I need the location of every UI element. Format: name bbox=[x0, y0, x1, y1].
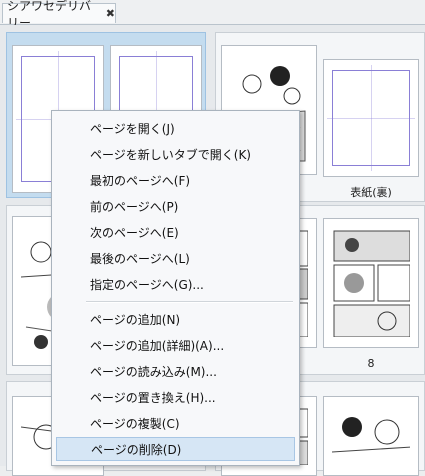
page-thumbnail-manga[interactable] bbox=[323, 396, 419, 476]
menu-item-first-page[interactable]: 最初のページへ(F) bbox=[56, 168, 295, 192]
context-menu: ページを開く(J) ページを新しいタブで開く(K) 最初のページへ(F) 前のペ… bbox=[51, 110, 300, 466]
tab-shiawase-delivery[interactable]: シアワセデリバリー ✖ bbox=[2, 0, 116, 30]
tab-bar: シアワセデリバリー ✖ bbox=[0, 0, 425, 30]
menu-item-open-page[interactable]: ページを開く(J) bbox=[56, 116, 295, 140]
menu-item-delete-page[interactable]: ページの削除(D) bbox=[56, 437, 295, 461]
page-thumbnail-manga[interactable] bbox=[323, 218, 419, 348]
menu-separator bbox=[86, 301, 293, 303]
menu-item-duplicate-page[interactable]: ページの複製(C) bbox=[56, 411, 295, 435]
page-caption-cover-back: 表紙(裏) bbox=[350, 186, 392, 199]
menu-item-next-page[interactable]: 次のページへ(E) bbox=[56, 220, 295, 244]
menu-item-add-page-detailed[interactable]: ページの追加(詳細)(A)... bbox=[56, 333, 295, 357]
menu-item-previous-page[interactable]: 前のページへ(P) bbox=[56, 194, 295, 218]
page-caption-8: 8 bbox=[367, 357, 375, 370]
page-thumbnail[interactable] bbox=[323, 59, 419, 177]
close-icon[interactable]: ✖ bbox=[106, 7, 115, 20]
menu-item-import-page[interactable]: ページの読み込み(M)... bbox=[56, 359, 295, 383]
menu-item-add-page[interactable]: ページの追加(N) bbox=[56, 307, 295, 331]
menu-item-last-page[interactable]: 最後のページへ(L) bbox=[56, 246, 295, 270]
menu-item-replace-page[interactable]: ページの置き換え(H)... bbox=[56, 385, 295, 409]
menu-item-open-in-new-tab[interactable]: ページを新しいタブで開く(K) bbox=[56, 142, 295, 166]
menu-item-go-to-page[interactable]: 指定のページへ(G)... bbox=[56, 272, 295, 296]
